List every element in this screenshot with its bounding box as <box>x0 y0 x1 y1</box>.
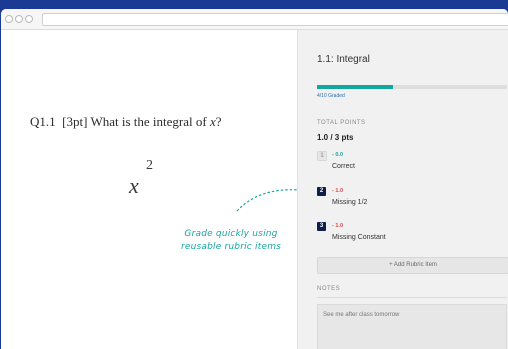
annotation-line-1: Grade quickly using <box>184 229 278 239</box>
rubric-item-correct[interactable]: 1 - 0.0 Correct <box>317 151 497 175</box>
grading-progress-bar <box>317 85 507 89</box>
rubric-points: - 1.0 <box>332 188 344 194</box>
annotation-arrow-icon <box>236 189 297 212</box>
annotation-line-2: reusable rubric items <box>180 242 282 252</box>
window-maximize-dot[interactable] <box>25 15 33 23</box>
annotation-text: Grade quickly using reusable rubric item… <box>161 228 301 254</box>
grading-panel: 1.1: Integral 4/10 Graded TOTAL POINTS 1… <box>297 30 508 349</box>
notes-label: NOTES <box>317 286 341 292</box>
rubric-item-missing-half[interactable]: 2 - 1.0 Missing 1/2 <box>317 187 497 211</box>
rubric-label: Correct <box>332 163 355 170</box>
add-rubric-item-button[interactable]: + Add Rubric Item <box>317 257 508 274</box>
total-points-label: TOTAL POINTS <box>317 120 366 126</box>
rubric-item-missing-constant[interactable]: 3 - 1.0 Missing Constant <box>317 222 497 246</box>
notes-divider <box>317 297 507 298</box>
rubric-points: - 1.0 <box>332 223 344 229</box>
graded-count: 4/10 Graded <box>317 93 345 99</box>
grading-progress-fill <box>317 85 393 89</box>
submission-pane: Q1.1 [3pt] What is the integral of x? x … <box>1 30 297 349</box>
rubric-key-badge: 3 <box>317 222 326 231</box>
notes-field[interactable]: See me after class tomorrow <box>317 304 507 349</box>
rubric-key-badge: 1 <box>317 151 327 161</box>
rubric-key-badge: 2 <box>317 187 326 196</box>
browser-window: Q1.1 [3pt] What is the integral of x? x … <box>1 9 508 349</box>
window-minimize-dot[interactable] <box>15 15 23 23</box>
rubric-points: - 0.0 <box>332 152 344 158</box>
rubric-label: Missing 1/2 <box>332 199 368 206</box>
window-close-dot[interactable] <box>5 15 13 23</box>
total-points-value: 1.0 / 3 pts <box>317 133 354 142</box>
rubric-label: Missing Constant <box>332 234 386 241</box>
browser-chrome <box>1 9 508 30</box>
question-title: 1.1: Integral <box>317 54 370 65</box>
address-bar[interactable] <box>42 13 508 26</box>
